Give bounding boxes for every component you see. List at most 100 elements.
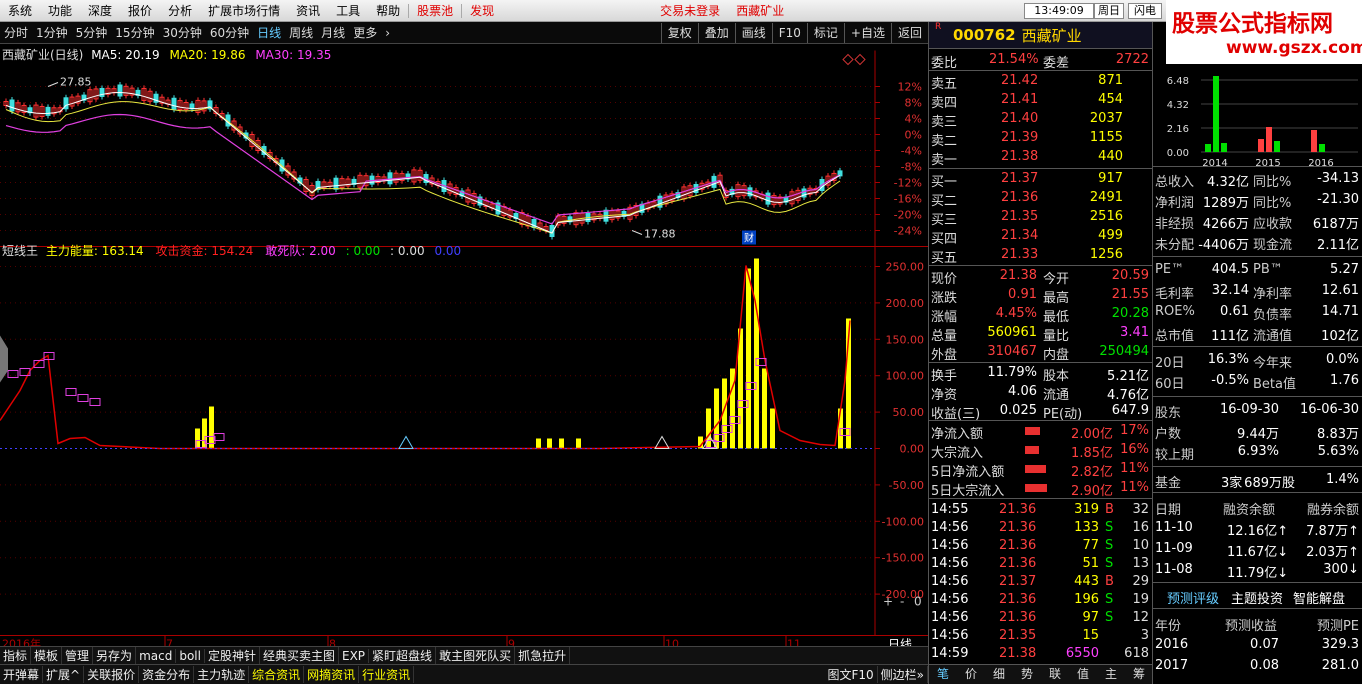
info-tab[interactable]: 开弹幕 [0,666,44,683]
tab-smart[interactable]: 智能解盘 [1293,588,1345,607]
diamond-icon[interactable] [842,53,854,66]
tick-count: 10 [1132,538,1149,553]
tick-price: 21.36 [999,502,1037,517]
menu-item-stockpool[interactable]: 股票池 [409,0,461,22]
tick-price: 21.36 [999,592,1037,607]
price-axis-label: -20% [894,209,922,222]
info-tab[interactable]: 综合资讯 [249,666,305,683]
menu-item-extended-market[interactable]: 扩展市场行情 [200,0,288,22]
indicator-tab[interactable]: 经典买卖主图 [260,647,339,664]
sub-indicator-name[interactable]: 短线王 [2,244,38,258]
info-tab[interactable]: 关联报价 [84,666,140,683]
forecast-head: 预测PE [1316,619,1359,634]
draw-line-button[interactable]: 画线 [734,22,772,43]
fin-label: PE™ [1155,262,1185,277]
fin-row: 总收入 4.32亿 同比% -34.13 [1153,170,1362,190]
quote-tab[interactable]: 笔 [929,665,957,684]
menu-item-function[interactable]: 功能 [40,0,80,22]
back-button[interactable]: 返回 [890,22,928,43]
restore-rights-button[interactable]: 复权 [660,22,698,43]
quote-tab[interactable]: 联 [1041,665,1069,684]
kline-chart[interactable]: 12% 8% 4% 0% -4% -8% -12% -16% -20% -24% 250.00 20… [0,44,928,659]
indicator-tab[interactable]: 紧盯超盘线 [369,647,437,664]
margin-finance: 11.67亿↓ [1227,545,1289,560]
diamond-icon[interactable] [854,53,866,66]
quote-tab[interactable]: 筹 [1125,665,1153,684]
quote-tab[interactable]: 势 [1013,665,1041,684]
watermark-title: 股票公式指标网 [1172,11,1333,37]
margin-head: 融资余额 [1223,503,1276,518]
menu-item-news[interactable]: 资讯 [288,0,328,22]
menu-item-tools[interactable]: 工具 [328,0,368,22]
info-tab[interactable]: 行业资讯 [359,666,415,683]
indicator-tab[interactable]: 指标 [0,647,32,664]
period-tab-weekly[interactable]: 周线 [285,23,317,43]
ma20-label: MA20: 19.86 [169,48,246,62]
quote-panel: R 000762 西藏矿业 委比 21.54% 委差 2722 卖五 21.42 871 卖四… [928,22,1153,684]
zoom-in-button[interactable]: + [883,595,893,609]
quote-tab[interactable]: 主 [1097,665,1125,684]
tick-direction: S [1105,556,1114,571]
info-tab[interactable]: 资金分布 [139,666,195,683]
period-tab-30min[interactable]: 30分钟 [159,23,206,43]
stat-value: 20.59 [1111,268,1149,283]
chevron-right-icon[interactable]: › [381,23,394,43]
profit-bar [1221,143,1227,152]
quote-tab[interactable]: 值 [1069,665,1097,684]
tick-price: 21.36 [999,556,1037,571]
menu-item-discover[interactable]: 发现 [462,0,502,22]
info-tab[interactable]: 网摘资讯 [304,666,360,683]
indicator-tab[interactable]: EXP [339,648,370,663]
fin-label: 较上期 [1155,448,1195,463]
fin-value: 4.32亿 [1207,175,1249,190]
side-collapse-handle[interactable] [0,335,8,383]
margin-short: 7.87万↑ [1306,524,1359,539]
menu-item-analysis[interactable]: 分析 [160,0,200,22]
flash-trade-button[interactable]: 闪电手 [1128,3,1162,19]
sub-value-label: : 0.00 [390,244,425,258]
period-tab-15min[interactable]: 15分钟 [111,23,158,43]
energy-bar [576,438,581,449]
login-status[interactable]: 交易未登录 [652,0,728,22]
period-tab-60min[interactable]: 60分钟 [206,23,253,43]
indicator-tab[interactable]: 另存为 [93,647,137,664]
info-tab[interactable]: 扩展^ [43,666,85,683]
menu-item-depth[interactable]: 深度 [80,0,120,22]
period-tab-intraday[interactable]: 分时 [0,23,32,43]
sub-legend: 短线王 主力能量: 163.14 攻击资金: 154.24 敢死队: 2.00 … [2,242,461,259]
side-tab[interactable]: 侧边栏» [878,666,928,683]
side-tab[interactable]: 图文F10 [824,666,878,683]
period-tab-daily[interactable]: 日线 [253,23,285,43]
period-tab-more[interactable]: 更多 [349,23,381,43]
indicator-tab[interactable]: macd [136,648,177,663]
profit-bar [1266,127,1272,152]
period-tab-5min[interactable]: 5分钟 [72,23,112,43]
add-watchlist-button[interactable]: +自选 [843,22,891,43]
menu-item-quote[interactable]: 报价 [120,0,160,22]
energy-bar [547,438,552,449]
indicator-tab[interactable]: boll [176,648,205,663]
period-tab-1min[interactable]: 1分钟 [32,23,72,43]
info-tab[interactable]: 主力轨迹 [194,666,250,683]
indicator-tab[interactable]: 定股神针 [205,647,260,664]
zoom-out-button[interactable]: - [900,595,904,609]
menu-item-system[interactable]: 系统 [0,0,40,22]
indicator-tab[interactable]: 敢主图死队买 [436,647,516,664]
indicator-tab[interactable]: 管理 [62,647,94,664]
f10-button[interactable]: F10 [771,22,807,43]
indicator-tab[interactable]: 模板 [31,647,63,664]
quote-tab[interactable]: 细 [985,665,1013,684]
main-legend: 西藏矿业(日线) MA5: 20.19 MA20: 19.86 MA30: 19… [2,46,331,63]
buy-price: 21.34 [1001,228,1039,243]
tick-direction: S [1105,520,1114,535]
menu-item-help[interactable]: 帮助 [368,0,408,22]
period-tab-monthly[interactable]: 月线 [317,23,349,43]
stat-label: 外盘 [931,348,958,363]
quote-tab[interactable]: 价 [957,665,985,684]
tab-theme[interactable]: 主题投资 [1231,588,1283,607]
mark-button[interactable]: 标记 [806,22,844,43]
tab-forecast[interactable]: 预测评级 [1167,588,1219,607]
fin-value: 4266万 [1202,217,1249,232]
overlay-button[interactable]: 叠加 [697,22,735,43]
indicator-tab[interactable]: 抓急拉升 [515,647,571,664]
